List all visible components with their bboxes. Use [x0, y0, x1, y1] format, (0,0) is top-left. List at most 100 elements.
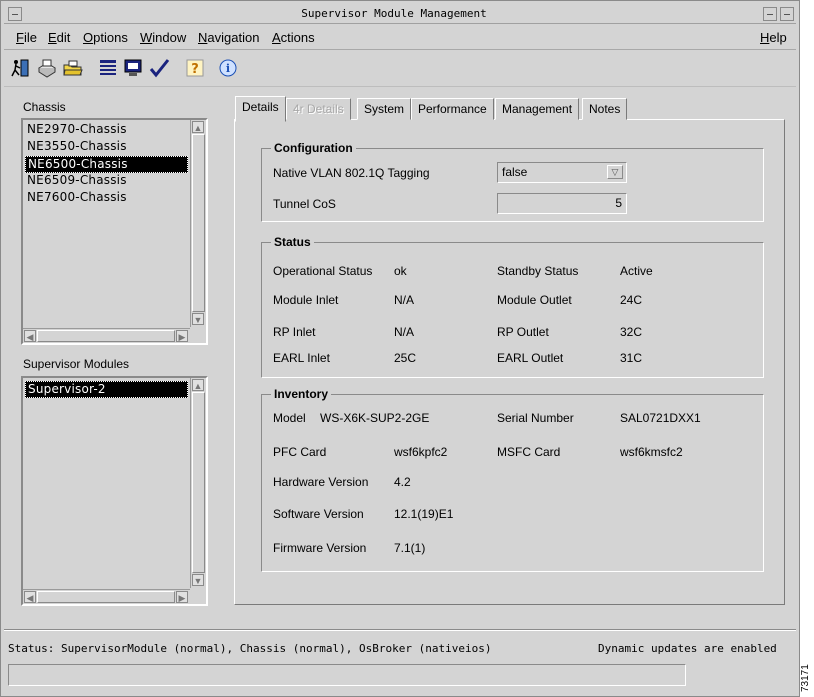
scroll-up-arrow-icon[interactable]: ▲	[192, 379, 204, 391]
supervisor-list-item-selected[interactable]: Supervisor-2	[25, 381, 188, 398]
menu-file-mnemonic: F	[16, 30, 24, 45]
monitor-icon[interactable]	[123, 57, 145, 79]
menu-file[interactable]: File	[16, 30, 37, 45]
native-vlan-combo[interactable]: false ▽	[497, 162, 627, 183]
module-outlet-label: Module Outlet	[497, 293, 572, 307]
firmware-version-label: Firmware Version	[273, 541, 367, 555]
menu-actions[interactable]: Actions	[272, 30, 315, 45]
tab-system[interactable]: System	[357, 98, 412, 120]
scroll-thumb[interactable]	[192, 392, 205, 573]
earl-inlet-label: EARL Inlet	[273, 351, 330, 365]
list-icon[interactable]	[97, 57, 119, 79]
scroll-up-arrow-icon[interactable]: ▲	[192, 121, 204, 133]
menu-bar: File Edit Options Window Navigation Acti…	[4, 26, 796, 50]
chassis-list-item[interactable]: NE3550-Chassis	[25, 139, 188, 156]
print-icon[interactable]	[36, 57, 58, 79]
menu-options-label: ptions	[93, 30, 128, 45]
scroll-left-arrow-icon[interactable]: ◀	[24, 591, 36, 603]
menu-navigation[interactable]: Navigation	[198, 30, 259, 45]
native-vlan-label: Native VLAN 802.1Q Tagging	[273, 166, 430, 180]
msfc-card-label: MSFC Card	[497, 445, 561, 459]
tab-details[interactable]: Details	[235, 96, 286, 122]
scroll-down-arrow-icon[interactable]: ▼	[192, 574, 204, 586]
configuration-title: Configuration	[271, 141, 356, 155]
hardware-version-value: 4.2	[394, 475, 411, 489]
scroll-thumb[interactable]	[37, 591, 175, 603]
open-folder-icon[interactable]	[62, 57, 84, 79]
maximize-button[interactable]	[780, 7, 794, 21]
menu-edit-mnemonic: E	[48, 30, 57, 45]
tab-4r-details: 4r Details	[286, 98, 351, 120]
checkmark-icon[interactable]	[149, 57, 171, 79]
dynamic-updates-status: Dynamic updates are enabled	[598, 642, 777, 655]
rp-inlet-label: RP Inlet	[273, 325, 316, 339]
chassis-horizontal-scrollbar[interactable]: ◀ ▶	[23, 328, 190, 343]
module-outlet-value: 24C	[620, 293, 643, 307]
chassis-list-item[interactable]: NE7600-Chassis	[25, 190, 188, 207]
toolbar: ? i	[4, 51, 796, 87]
svg-text:i: i	[226, 62, 230, 75]
minimize-button[interactable]	[763, 7, 777, 21]
earl-outlet-label: EARL Outlet	[497, 351, 564, 365]
status-message: Status: SupervisorModule (normal), Chass…	[8, 642, 492, 655]
menu-edit-label: dit	[56, 30, 71, 45]
supervisor-modules-list[interactable]: Supervisor-2 ▲ ▼ ◀ ▶	[21, 376, 208, 606]
tab-management[interactable]: Management	[495, 98, 580, 120]
menu-window-mnemonic: W	[140, 30, 153, 45]
chassis-list-item[interactable]: NE6509-Chassis	[25, 173, 188, 190]
rp-outlet-value: 32C	[620, 325, 643, 339]
inventory-title: Inventory	[271, 387, 332, 401]
chassis-list-item-selected[interactable]: NE6500-Chassis	[25, 156, 188, 173]
supervisor-horizontal-scrollbar[interactable]: ◀ ▶	[23, 589, 190, 604]
chassis-list-item[interactable]: NE2970-Chassis	[25, 122, 188, 139]
figure-id: 73171	[800, 664, 811, 693]
chassis-list[interactable]: NE2970-Chassis NE3550-Chassis NE6500-Cha…	[21, 118, 208, 345]
supervisor-vertical-scrollbar[interactable]: ▲ ▼	[190, 378, 206, 588]
model-label: Model	[273, 411, 306, 425]
chassis-label: Chassis	[23, 100, 66, 114]
menu-options[interactable]: Options	[83, 30, 128, 45]
chassis-list-items: NE2970-Chassis NE3550-Chassis NE6500-Cha…	[25, 122, 188, 207]
rp-outlet-label: RP Outlet	[497, 325, 549, 339]
operational-status-label: Operational Status	[273, 264, 373, 278]
window-title: Supervisor Module Management	[301, 7, 487, 20]
earl-outlet-value: 31C	[620, 351, 643, 365]
menu-file-label: ile	[23, 30, 37, 45]
scroll-thumb[interactable]	[37, 330, 175, 342]
scroll-right-arrow-icon[interactable]: ▶	[176, 330, 188, 342]
tunnel-cos-input[interactable]: 5	[497, 193, 627, 214]
pfc-card-label: PFC Card	[273, 445, 327, 459]
menu-actions-mnemonic: A	[272, 30, 281, 45]
scroll-thumb[interactable]	[192, 134, 205, 312]
exit-icon[interactable]	[9, 57, 31, 79]
hardware-version-label: Hardware Version	[273, 475, 369, 489]
title-bar[interactable]: Supervisor Module Management	[4, 4, 796, 24]
standby-status-value: Active	[620, 264, 653, 278]
supervisor-list-items: Supervisor-2	[25, 381, 188, 398]
tunnel-cos-label: Tunnel CoS	[273, 197, 336, 211]
module-inlet-label: Module Inlet	[273, 293, 339, 307]
msfc-card-value: wsf6kmsfc2	[620, 445, 683, 459]
menu-help[interactable]: Help	[760, 30, 787, 45]
help-icon[interactable]: ?	[184, 57, 206, 79]
chevron-down-icon[interactable]: ▽	[607, 165, 623, 179]
menu-help-label: elp	[769, 30, 787, 45]
module-inlet-value: N/A	[394, 293, 415, 307]
chassis-vertical-scrollbar[interactable]: ▲ ▼	[190, 120, 206, 327]
scroll-right-arrow-icon[interactable]: ▶	[176, 591, 188, 603]
menu-navigation-label: avigation	[207, 30, 260, 45]
model-value: WS-X6K-SUP2-2GE	[320, 411, 430, 425]
menu-navigation-mnemonic: N	[198, 30, 208, 45]
scroll-down-arrow-icon[interactable]: ▼	[192, 313, 204, 325]
tab-performance[interactable]: Performance	[411, 98, 494, 120]
tab-notes[interactable]: Notes	[582, 98, 628, 120]
serial-number-value: SAL0721DXX1	[620, 411, 701, 425]
info-icon[interactable]: i	[217, 57, 239, 79]
rp-inlet-value: N/A	[394, 325, 415, 339]
menu-edit[interactable]: Edit	[48, 30, 70, 45]
software-version-label: Software Version	[273, 507, 364, 521]
application-window: Supervisor Module Management File Edit O…	[0, 0, 800, 697]
menu-window[interactable]: Window	[140, 30, 186, 45]
scroll-left-arrow-icon[interactable]: ◀	[24, 330, 36, 342]
pfc-card-value: wsf6kpfc2	[394, 445, 448, 459]
